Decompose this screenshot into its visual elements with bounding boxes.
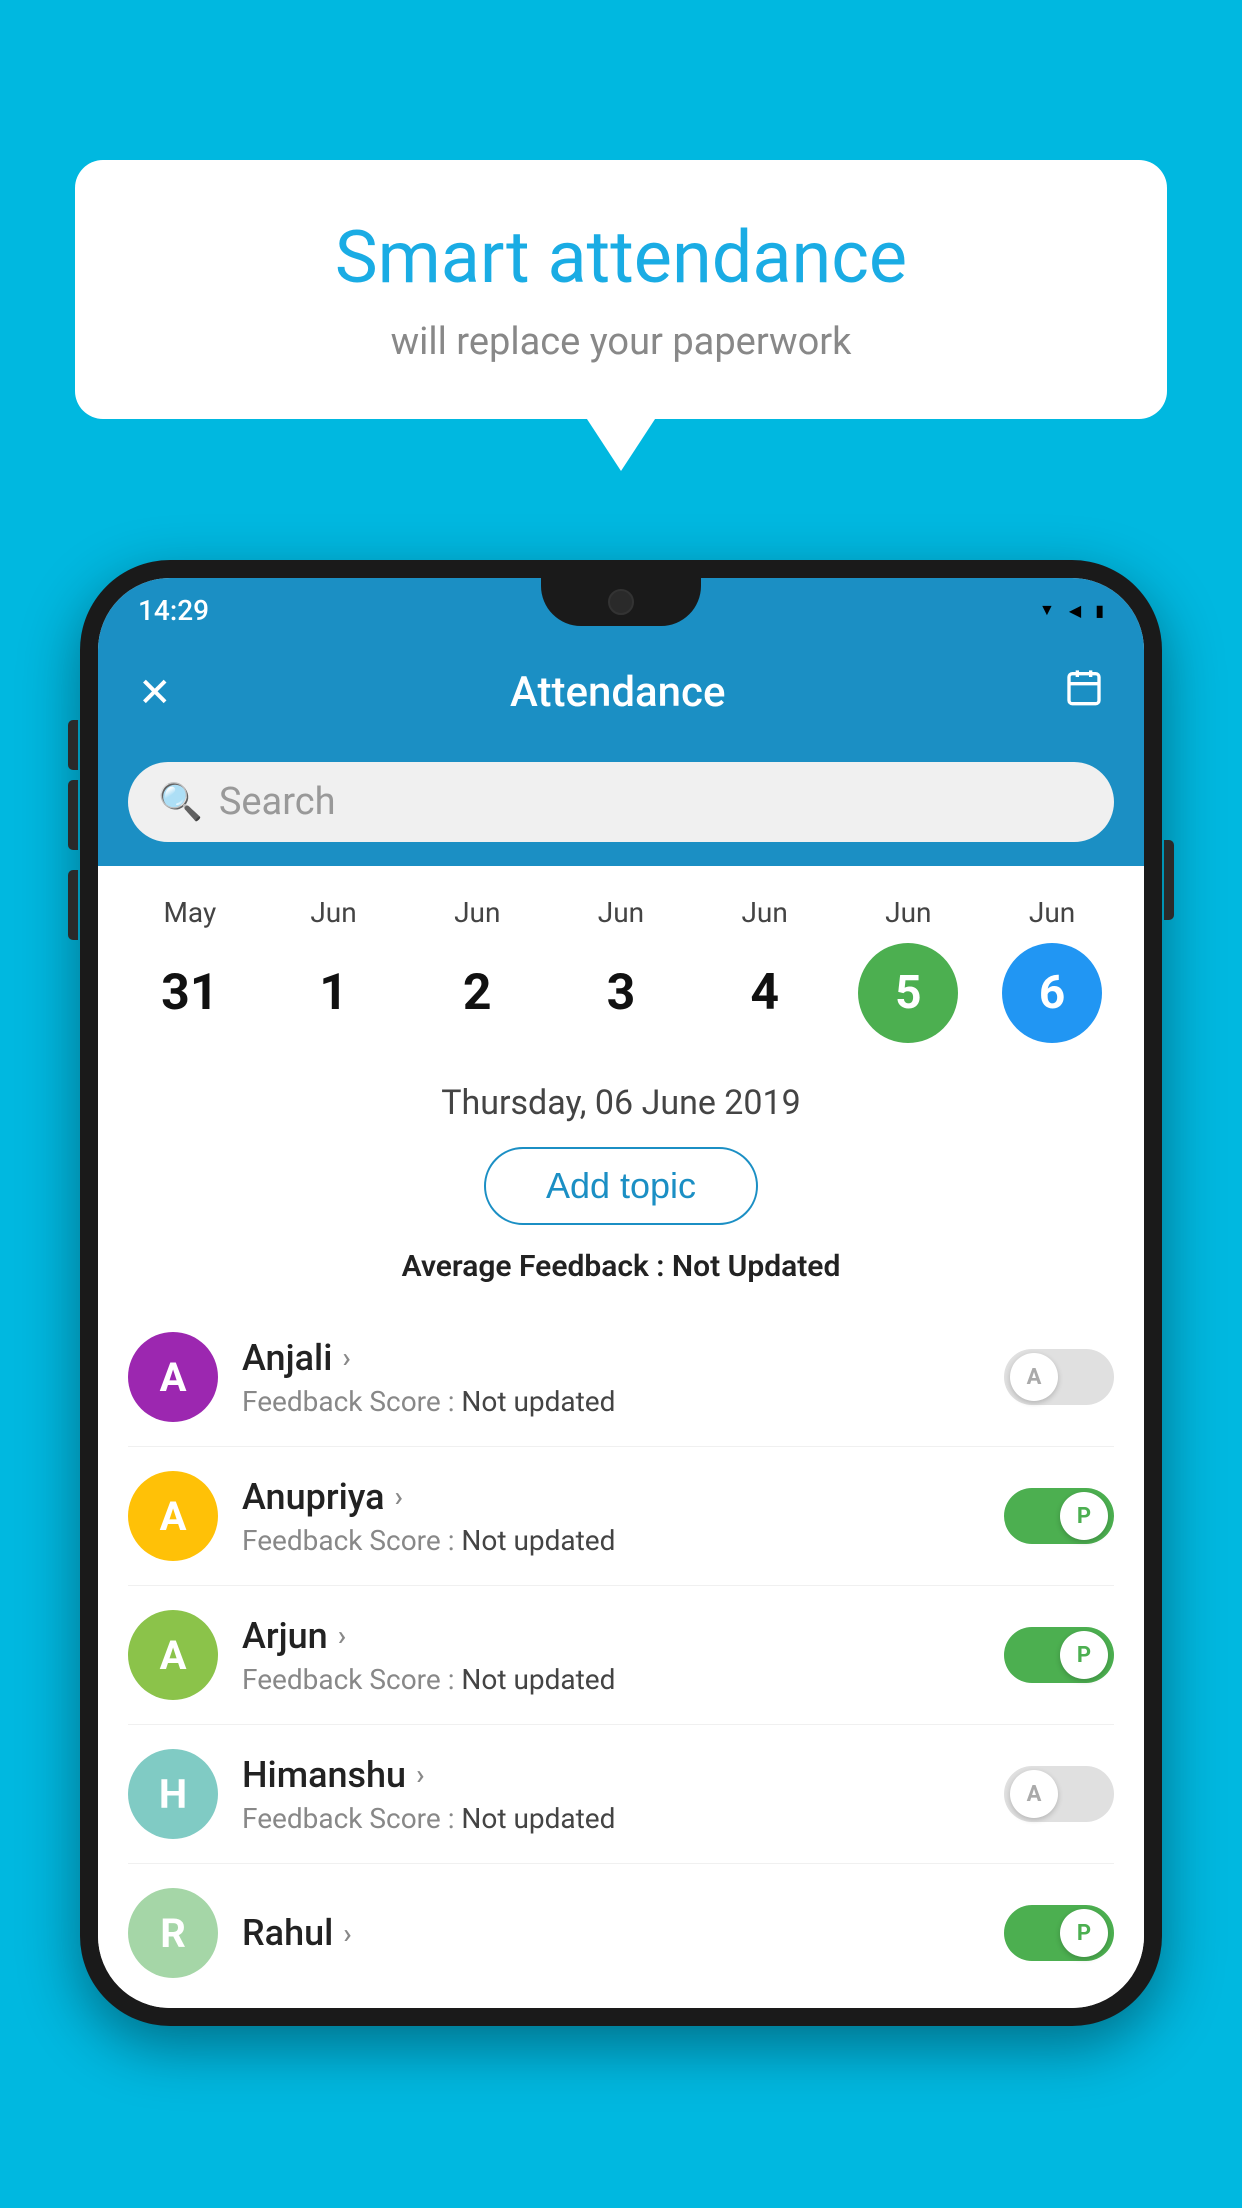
student-row-himanshu[interactable]: H Himanshu › Feedback Score : Not update… <box>128 1725 1114 1864</box>
search-input[interactable]: Search <box>219 780 336 824</box>
day-31[interactable]: 31 <box>125 964 255 1022</box>
calendar-days[interactable]: 31 1 2 3 4 5 6 <box>118 937 1124 1063</box>
toggle-rahul[interactable]: P <box>1004 1905 1114 1961</box>
add-topic-button[interactable]: Add topic <box>484 1147 758 1225</box>
feedback-avg: Average Feedback : Not Updated <box>128 1249 1114 1284</box>
toggle-anupriya[interactable]: P <box>1004 1488 1114 1544</box>
phone-notch <box>541 578 701 626</box>
front-camera <box>608 589 634 615</box>
toggle-knob-anupriya: P <box>1060 1492 1108 1540</box>
avatar-himanshu: H <box>128 1749 218 1839</box>
student-feedback-arjun: Feedback Score : Not updated <box>242 1663 980 1696</box>
calendar-icon[interactable] <box>1064 667 1104 717</box>
right-side-button <box>1164 840 1174 920</box>
phone-container: 14:29 ▼ ◀ ▮ ✕ Attendance <box>80 560 1162 2026</box>
toggle-knob-rahul: P <box>1060 1909 1108 1957</box>
student-info-anupriya: Anupriya › Feedback Score : Not updated <box>242 1476 980 1557</box>
speech-bubble-container: Smart attendance will replace your paper… <box>75 160 1167 419</box>
power-button <box>68 720 78 770</box>
student-info-himanshu: Himanshu › Feedback Score : Not updated <box>242 1754 980 1835</box>
student-name-anupriya[interactable]: Anupriya › <box>242 1476 980 1518</box>
toggle-knob-arjun: P <box>1060 1631 1108 1679</box>
avatar-arjun: A <box>128 1610 218 1700</box>
speech-bubble-title: Smart attendance <box>135 215 1107 300</box>
volume-up-button <box>68 780 78 850</box>
student-feedback-anupriya: Feedback Score : Not updated <box>242 1524 980 1557</box>
month-5: Jun <box>843 896 973 929</box>
volume-down-button <box>68 870 78 940</box>
wifi-icon: ▼ <box>1039 600 1055 620</box>
phone-frame: 14:29 ▼ ◀ ▮ ✕ Attendance <box>80 560 1162 2026</box>
day-1[interactable]: 1 <box>269 964 399 1022</box>
day-3[interactable]: 3 <box>556 964 686 1022</box>
phone-screen: 14:29 ▼ ◀ ▮ ✕ Attendance <box>98 578 1144 2008</box>
search-container: 🔍 Search <box>98 742 1144 866</box>
month-3: Jun <box>556 896 686 929</box>
toggle-himanshu[interactable]: A <box>1004 1766 1114 1822</box>
student-info-anjali: Anjali › Feedback Score : Not updated <box>242 1337 980 1418</box>
signal-icon: ◀ <box>1069 601 1081 620</box>
day-2[interactable]: 2 <box>412 964 542 1022</box>
month-6: Jun <box>987 896 1117 929</box>
day-5-container[interactable]: 5 <box>843 943 973 1043</box>
student-row-rahul[interactable]: R Rahul › P <box>128 1864 1114 1988</box>
chevron-icon: › <box>343 1917 351 1950</box>
day-5-today[interactable]: 5 <box>858 943 958 1043</box>
avatar-anjali: A <box>128 1332 218 1422</box>
calendar-row: May Jun Jun Jun Jun Jun Jun 31 1 2 3 4 5 <box>98 866 1144 1073</box>
student-row-arjun[interactable]: A Arjun › Feedback Score : Not updated P <box>128 1586 1114 1725</box>
student-row-anjali[interactable]: A Anjali › Feedback Score : Not updated … <box>128 1308 1114 1447</box>
feedback-avg-value: Not Updated <box>672 1249 840 1284</box>
date-label: Thursday, 06 June 2019 <box>128 1083 1114 1123</box>
speech-bubble-subtitle: will replace your paperwork <box>135 320 1107 364</box>
student-name-anjali[interactable]: Anjali › <box>242 1337 980 1379</box>
student-info-arjun: Arjun › Feedback Score : Not updated <box>242 1615 980 1696</box>
calendar-months: May Jun Jun Jun Jun Jun Jun <box>118 896 1124 929</box>
student-name-arjun[interactable]: Arjun › <box>242 1615 980 1657</box>
feedback-avg-label: Average Feedback : <box>402 1249 665 1284</box>
month-4: Jun <box>700 896 830 929</box>
avatar-anupriya: A <box>128 1471 218 1561</box>
student-feedback-anjali: Feedback Score : Not updated <box>242 1385 980 1418</box>
status-time: 14:29 <box>138 594 209 627</box>
month-2: Jun <box>412 896 542 929</box>
chevron-icon: › <box>395 1480 403 1513</box>
student-name-himanshu[interactable]: Himanshu › <box>242 1754 980 1796</box>
chevron-icon: › <box>416 1758 424 1791</box>
day-6-container[interactable]: 6 <box>987 943 1117 1043</box>
student-info-rahul: Rahul › <box>242 1912 980 1954</box>
battery-icon: ▮ <box>1095 601 1104 620</box>
day-6-selected[interactable]: 6 <box>1002 943 1102 1043</box>
day-4[interactable]: 4 <box>700 964 830 1022</box>
student-feedback-himanshu: Feedback Score : Not updated <box>242 1802 980 1835</box>
student-row-anupriya[interactable]: A Anupriya › Feedback Score : Not update… <box>128 1447 1114 1586</box>
speech-bubble: Smart attendance will replace your paper… <box>75 160 1167 419</box>
app-bar: ✕ Attendance <box>98 642 1144 742</box>
toggle-knob-himanshu: A <box>1010 1770 1058 1818</box>
status-icons: ▼ ◀ ▮ <box>1039 600 1104 620</box>
chevron-icon: › <box>342 1341 350 1374</box>
month-1: Jun <box>269 896 399 929</box>
app-bar-title: Attendance <box>510 668 725 717</box>
search-icon: 🔍 <box>158 781 203 823</box>
toggle-knob-anjali: A <box>1010 1353 1058 1401</box>
student-name-rahul[interactable]: Rahul › <box>242 1912 980 1954</box>
search-bar[interactable]: 🔍 Search <box>128 762 1114 842</box>
chevron-icon: › <box>338 1619 346 1652</box>
avatar-rahul: R <box>128 1888 218 1978</box>
month-0: May <box>125 896 255 929</box>
toggle-arjun[interactable]: P <box>1004 1627 1114 1683</box>
content-area: Thursday, 06 June 2019 Add topic Average… <box>98 1073 1144 2008</box>
close-button[interactable]: ✕ <box>138 669 172 716</box>
toggle-anjali[interactable]: A <box>1004 1349 1114 1405</box>
